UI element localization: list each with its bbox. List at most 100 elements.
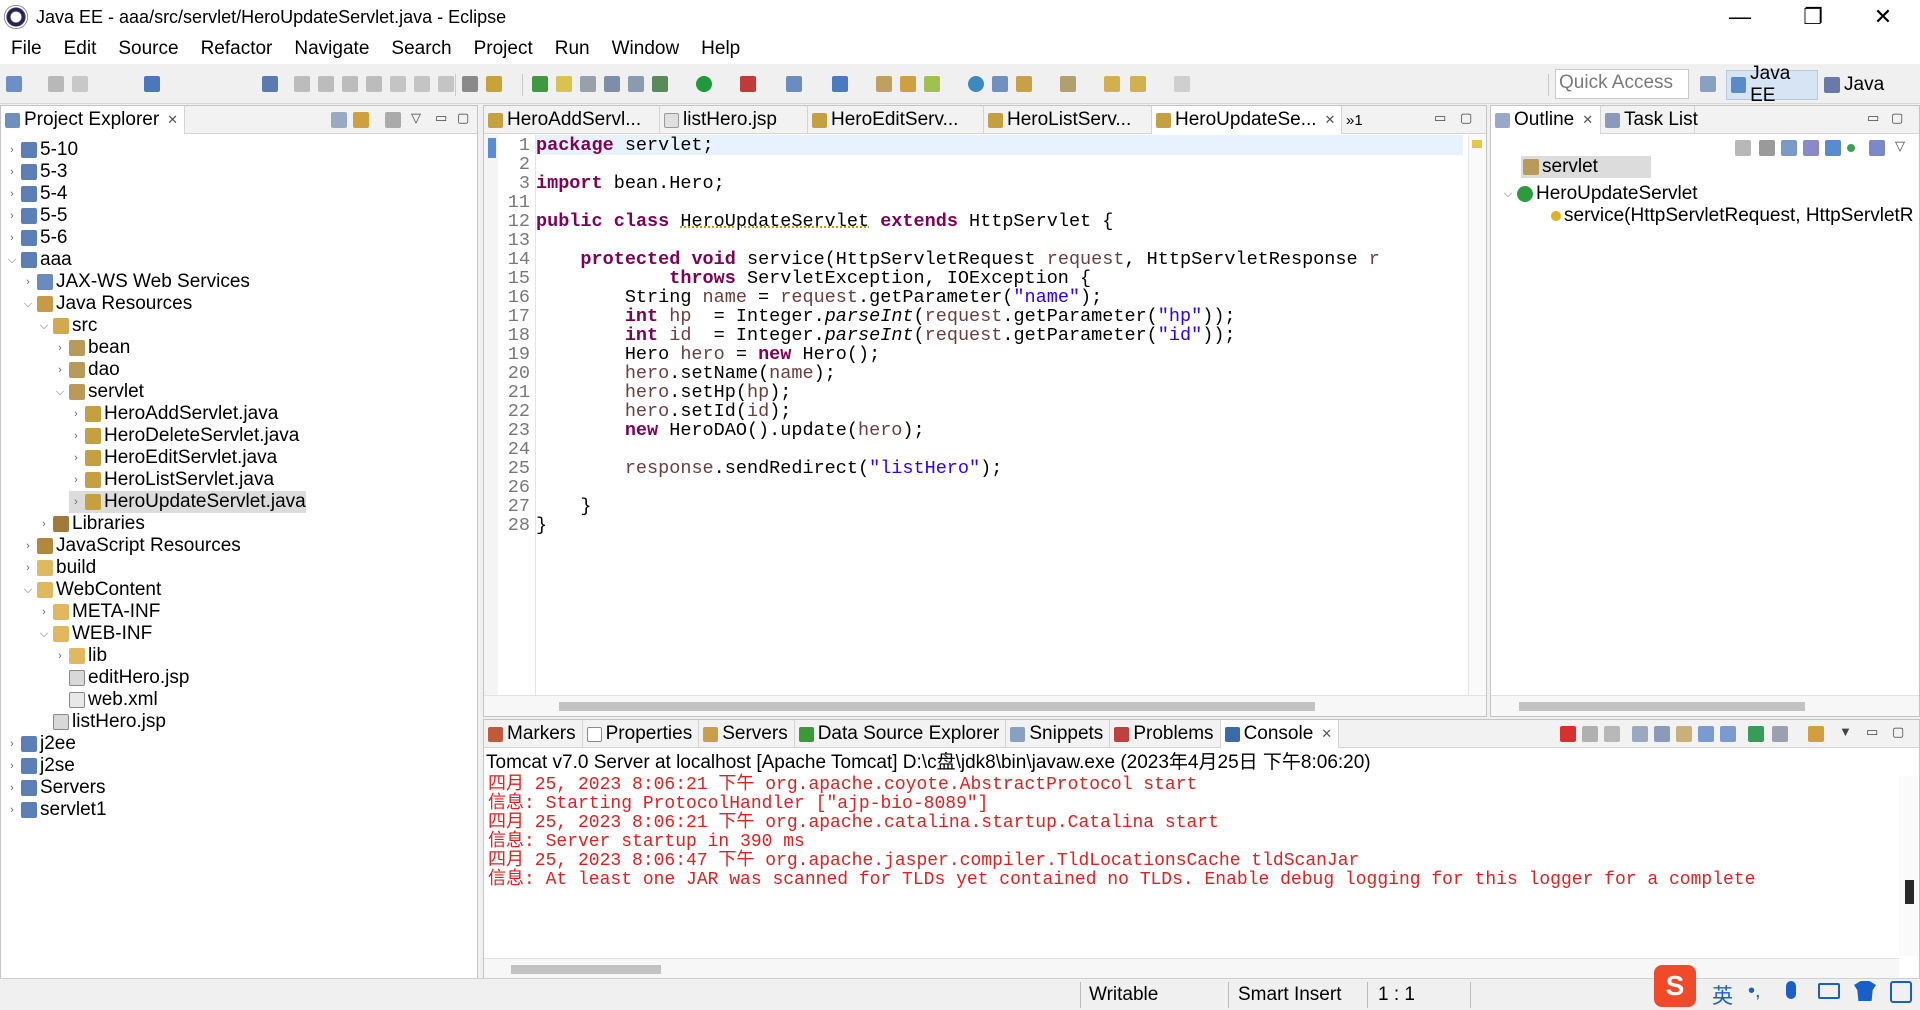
close-icon[interactable]: ✕ — [1325, 112, 1336, 128]
ime-language-indicator[interactable]: 英 — [1712, 980, 1733, 1010]
block-selection-icon[interactable] — [580, 76, 596, 92]
servers-icon[interactable] — [486, 76, 502, 92]
clear-console-icon[interactable] — [1632, 726, 1648, 742]
remove-all-icon[interactable] — [1604, 726, 1620, 742]
open-perspective-icon[interactable] — [1700, 76, 1716, 92]
forward-icon[interactable] — [1174, 76, 1190, 92]
pilcrow-icon[interactable] — [628, 76, 644, 92]
tree-item[interactable]: › servlet1 — [5, 799, 106, 821]
tree-item[interactable]: ⌵ WebContent — [21, 579, 161, 601]
code-area[interactable]: 1 2 3 11 12 13 14 15 16 17 18 19 20 21 22 23 24 25 26 27 28 … — [496, 136, 1463, 696]
scrollbar-thumb[interactable] — [559, 702, 1315, 711]
tree-item[interactable]: ⌵ aaa — [5, 249, 72, 271]
tab-hero-update-servlet[interactable]: HeroUpdateSe... ✕ — [1152, 106, 1342, 134]
tree-item[interactable]: listHero.jsp — [37, 711, 166, 733]
collapsed-chevron-icon[interactable]: › — [5, 782, 19, 794]
tree-item[interactable]: › META-INF — [37, 601, 160, 623]
expanded-chevron-icon[interactable]: ⌵ — [53, 386, 67, 399]
sogou-ime-icon[interactable]: S — [1654, 965, 1696, 1007]
expanded-chevron-icon[interactable]: ⌵ — [21, 584, 35, 597]
menu-window[interactable]: Window — [601, 38, 691, 60]
collapsed-chevron-icon[interactable]: › — [69, 474, 83, 486]
view-menu-icon[interactable]: ▽ — [1895, 138, 1905, 154]
hide-static-icon[interactable] — [1781, 140, 1797, 156]
tree-item[interactable]: › j2ee — [5, 733, 76, 755]
tree-item[interactable]: › j2se — [5, 755, 75, 777]
menu-source[interactable]: Source — [107, 38, 189, 60]
tab-task-list[interactable]: Task List — [1601, 106, 1698, 134]
perspective-java-ee[interactable]: Java EE — [1726, 63, 1818, 106]
perspective-java[interactable]: Java — [1824, 70, 1894, 100]
expanded-chevron-icon[interactable]: ⌵ — [1501, 188, 1515, 201]
maximize-view-icon[interactable]: ▢ — [1460, 110, 1472, 126]
save-icon[interactable] — [48, 76, 64, 92]
collapsed-chevron-icon[interactable]: › — [53, 650, 67, 662]
open-console-icon[interactable] — [1808, 726, 1824, 742]
collapsed-chevron-icon[interactable]: › — [21, 540, 35, 552]
tree-item[interactable]: › Servers — [5, 777, 105, 799]
open-type-icon[interactable] — [532, 76, 548, 92]
save-all-icon[interactable] — [72, 76, 88, 92]
collapsed-chevron-icon[interactable]: › — [21, 276, 35, 288]
close-icon[interactable]: ✕ — [1582, 112, 1593, 128]
minimize-view-icon[interactable]: ▭ — [435, 110, 447, 126]
microphone-icon[interactable] — [1786, 981, 1796, 999]
menu-navigate[interactable]: Navigate — [283, 38, 380, 60]
new-icon[interactable] — [6, 76, 22, 92]
collapsed-chevron-icon[interactable]: › — [5, 144, 19, 156]
menu-file[interactable]: File — [0, 38, 53, 60]
close-icon[interactable]: ✕ — [1321, 726, 1332, 742]
tree-item[interactable]: › JAX-WS Web Services — [21, 271, 250, 293]
expanded-chevron-icon[interactable]: ⌵ — [37, 628, 51, 641]
tree-item[interactable]: ⌵ servlet — [53, 381, 144, 403]
menu-help[interactable]: Help — [690, 38, 751, 60]
debug-icon[interactable] — [652, 76, 668, 92]
tab-problems[interactable]: Problems — [1110, 720, 1221, 748]
menu-run[interactable]: Run — [544, 38, 601, 60]
view-menu-icon[interactable]: ▼ — [1839, 724, 1852, 739]
collapsed-chevron-icon[interactable]: › — [5, 210, 19, 222]
tab-list-hero-jsp[interactable]: listHero.jsp — [660, 106, 808, 134]
ime-punctuation-icon[interactable]: •, — [1748, 980, 1761, 1003]
external-tools-icon[interactable] — [740, 76, 756, 92]
show-on-stdout-icon[interactable] — [1698, 726, 1714, 742]
outline-method[interactable]: service(HttpServletRequest, HttpServletR — [1549, 205, 1914, 227]
sort-icon[interactable] — [1735, 140, 1751, 156]
mark-occurrences-icon[interactable] — [556, 76, 572, 92]
tab-console[interactable]: Console ✕ — [1220, 720, 1340, 748]
link-icon[interactable] — [1869, 140, 1885, 156]
tree-item[interactable]: › 5-5 — [5, 205, 67, 227]
minimize-button[interactable]: — — [1705, 0, 1775, 34]
collapsed-chevron-icon[interactable]: › — [37, 606, 51, 618]
collapsed-chevron-icon[interactable]: › — [37, 518, 51, 530]
skin-icon[interactable] — [1854, 981, 1876, 1001]
tree-item[interactable]: › HeroUpdateServlet.java — [69, 491, 306, 513]
collapsed-chevron-icon[interactable]: › — [69, 408, 83, 420]
tree-item[interactable]: › lib — [53, 645, 107, 667]
restore-button[interactable]: ❐ — [1778, 0, 1848, 34]
tree-item[interactable]: › 5-6 — [5, 227, 67, 249]
link-with-editor-icon[interactable] — [353, 112, 369, 128]
new-server-icon[interactable] — [786, 76, 802, 92]
suspend-icon[interactable] — [318, 76, 334, 92]
toggle-ant-icon[interactable] — [462, 76, 478, 92]
keyboard-icon[interactable] — [1818, 983, 1840, 999]
new-web-project-icon[interactable] — [832, 76, 848, 92]
tree-item[interactable]: › JavaScript Resources — [21, 535, 241, 557]
menu-refactor[interactable]: Refactor — [190, 38, 284, 60]
collapsed-chevron-icon[interactable]: › — [69, 452, 83, 464]
resume-icon[interactable] — [294, 76, 310, 92]
tab-overflow[interactable]: »1 — [1342, 106, 1378, 134]
console-output[interactable]: 四月 25, 2023 8:06:21 下午 org.apache.coyote… — [484, 776, 1899, 956]
scrollbar-thumb[interactable] — [511, 965, 661, 974]
word-wrap-icon[interactable] — [1676, 726, 1692, 742]
globe-icon[interactable] — [968, 76, 984, 92]
maximize-view-icon[interactable]: ▢ — [1892, 724, 1904, 740]
editor-horizontal-scrollbar[interactable] — [484, 695, 1486, 716]
disconnect-icon[interactable] — [366, 76, 382, 92]
last-edit-icon[interactable] — [1104, 76, 1120, 92]
scrollbar-thumb[interactable] — [1905, 880, 1914, 904]
tree-item[interactable]: › Libraries — [37, 513, 145, 535]
tree-item[interactable]: ⌵ src — [37, 315, 98, 337]
collapsed-chevron-icon[interactable]: › — [69, 430, 83, 442]
